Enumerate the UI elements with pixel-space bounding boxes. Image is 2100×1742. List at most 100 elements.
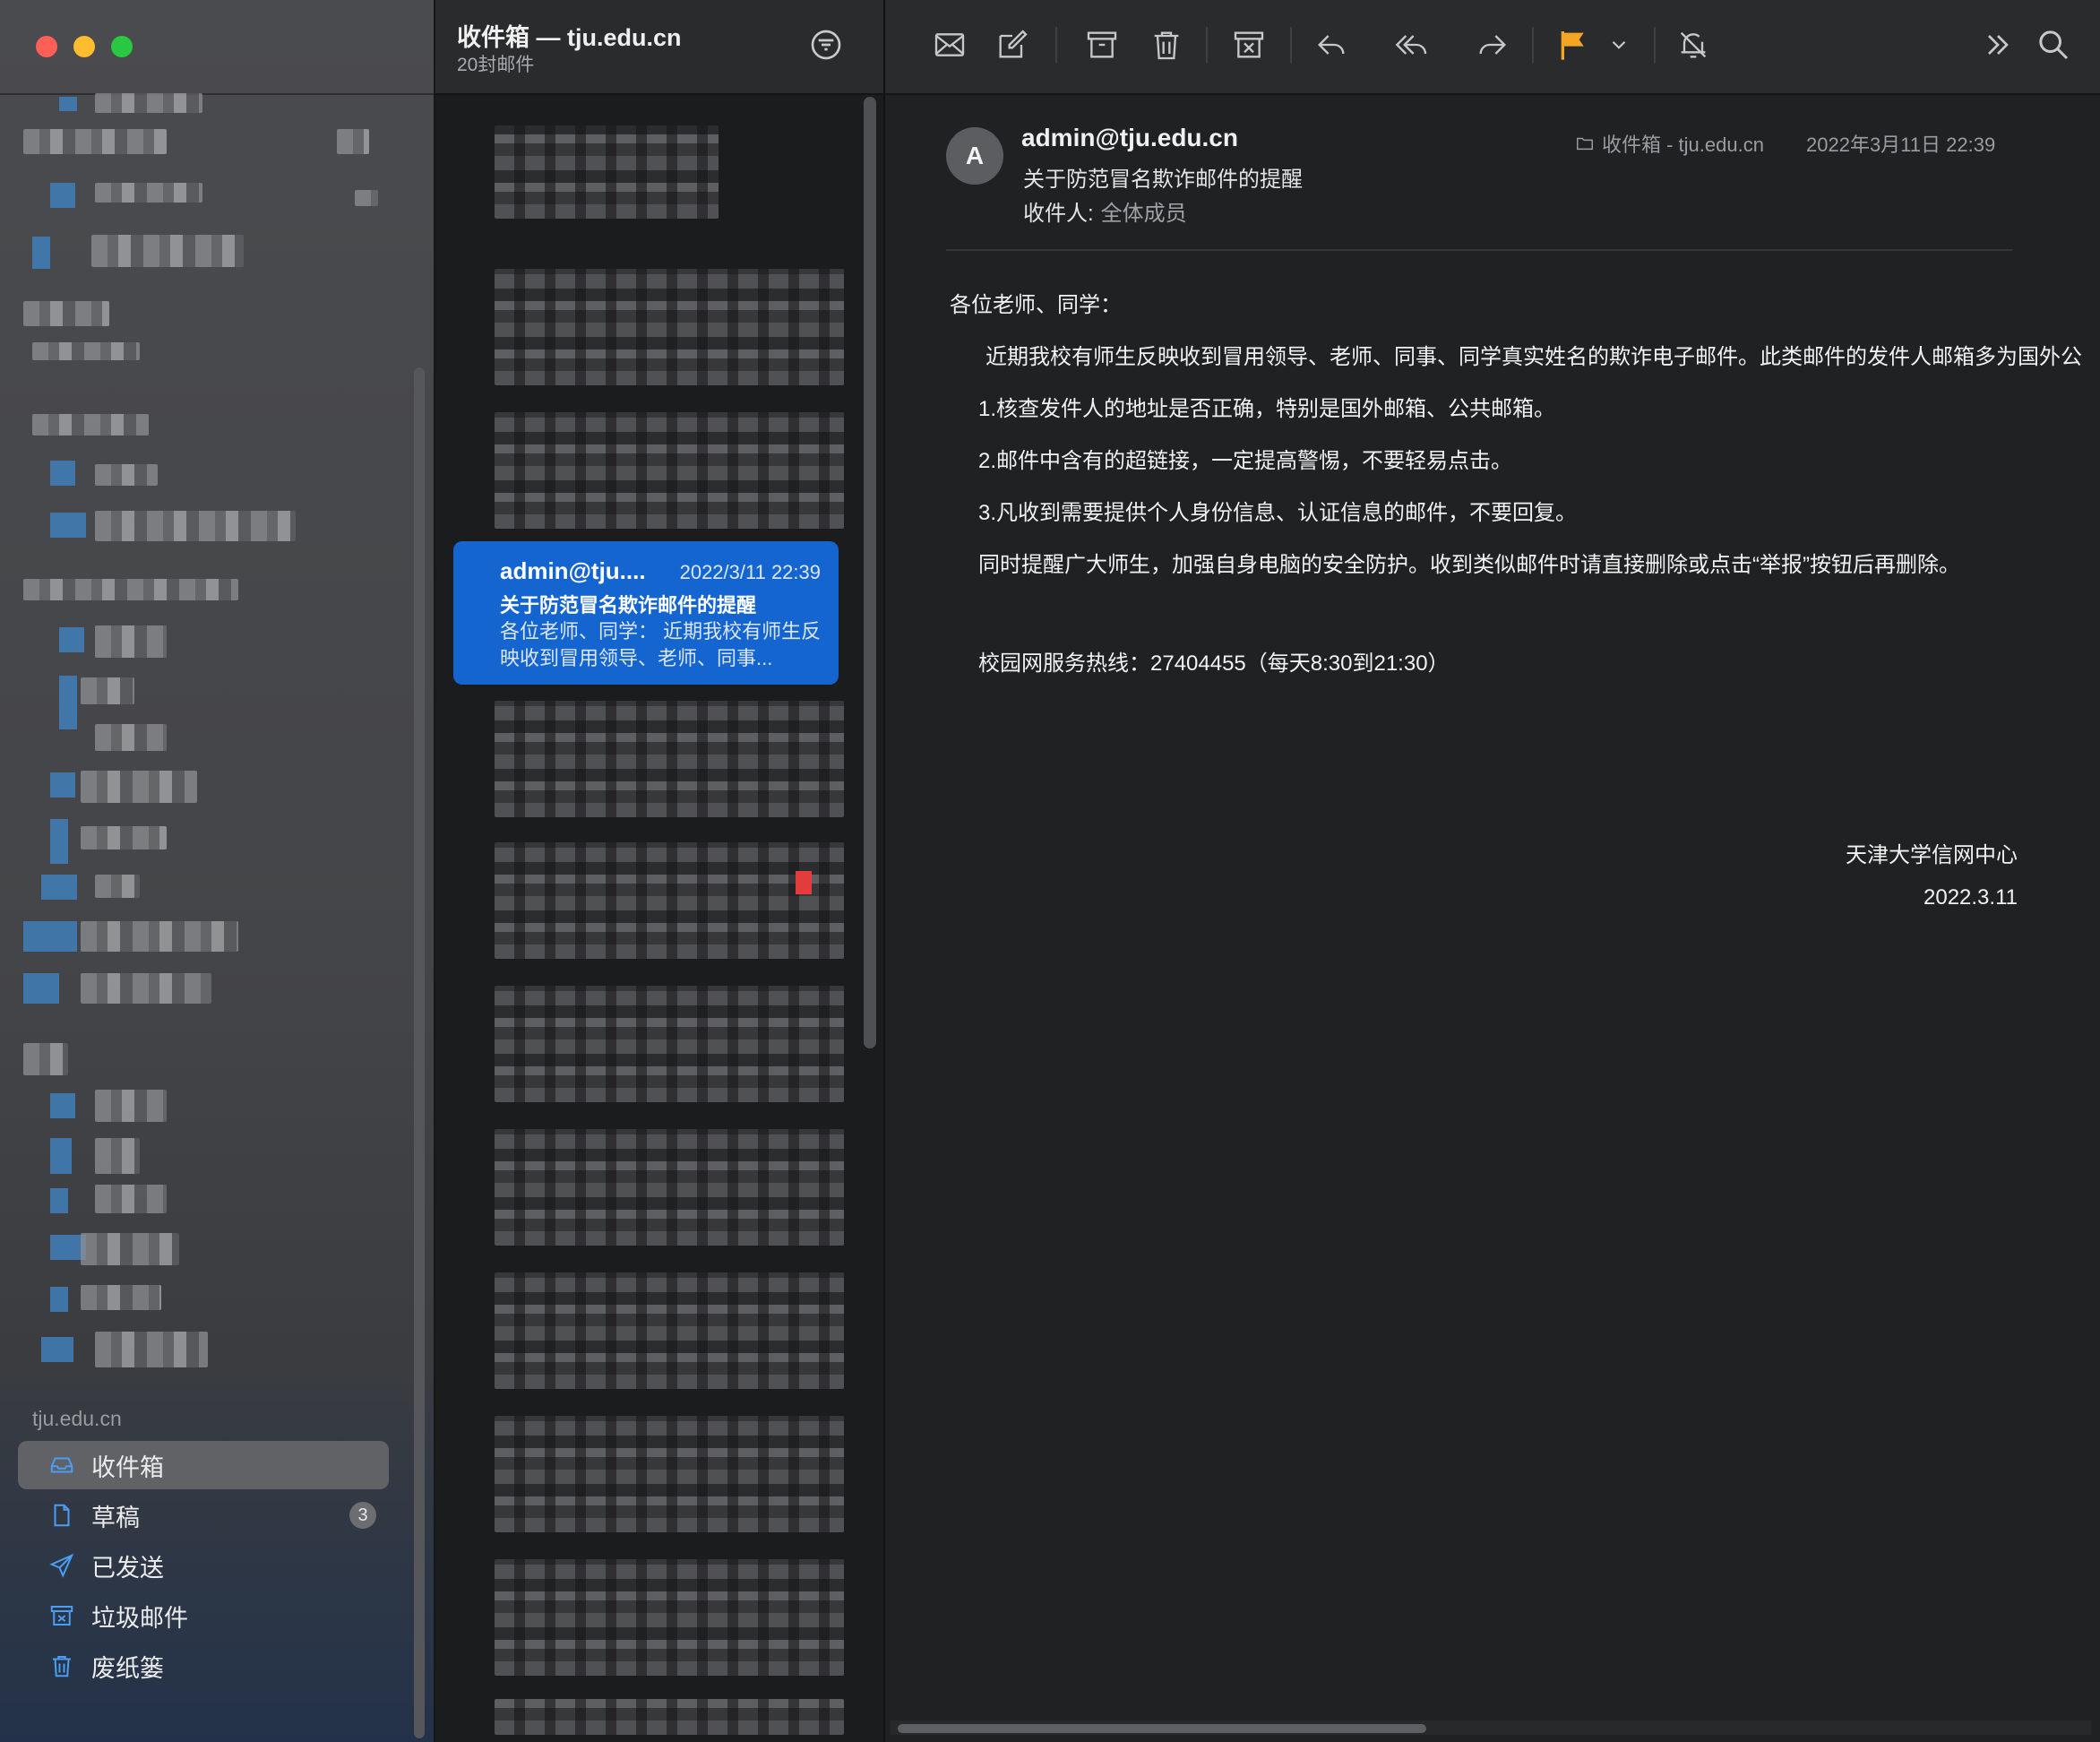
pixelated-row [355, 190, 378, 206]
pixelated-icon [50, 1093, 75, 1118]
message-datetime: 2022年3月11日 22:39 [1806, 134, 1996, 156]
pixelated-row [32, 342, 140, 360]
mailbox-title: 收件箱 — tju.edu.cn [457, 24, 682, 51]
pixelated-row [95, 511, 296, 541]
sidebar-item-trash[interactable]: 废纸篓 [18, 1642, 389, 1690]
pixelated-message[interactable] [495, 1129, 844, 1246]
sidebar-item-label: 垃圾邮件 [91, 1604, 188, 1632]
maximize-window-button[interactable] [111, 36, 133, 57]
horizontal-scrollbar[interactable] [891, 1720, 2091, 1735]
get-mail-button[interactable] [930, 25, 969, 65]
mailbox-location-label: 收件箱 - tju.edu.cn [1602, 134, 1764, 156]
toolbar-separator [1290, 27, 1292, 63]
body-signature: 天津大学信网中心 [1846, 843, 2018, 867]
junk-icon [1234, 31, 1264, 58]
recipient-line: 收件人: 全体成员 [1023, 195, 1187, 227]
recipient-value[interactable]: 全体成员 [1101, 202, 1187, 226]
pixelated-message[interactable] [495, 412, 844, 529]
search-button[interactable] [2034, 25, 2073, 65]
filter-icon[interactable] [808, 27, 844, 63]
pixelated-message[interactable] [495, 842, 844, 959]
sent-icon [47, 1550, 77, 1581]
more-chevrons-icon [1988, 35, 2009, 55]
sidebar-item-label: 已发送 [91, 1554, 164, 1582]
horizontal-scrollbar-thumb[interactable] [898, 1724, 1426, 1733]
pixelated-message[interactable] [495, 1699, 844, 1735]
pixelated-row [95, 1090, 167, 1122]
reply-icon [1318, 35, 1345, 55]
archive-button[interactable] [1082, 25, 1122, 65]
message-count: 20封邮件 [457, 55, 535, 75]
body-sign-date: 2022.3.11 [1924, 885, 2018, 910]
message-list-scrollbar[interactable] [864, 97, 876, 1048]
pixelated-icon [23, 973, 59, 1004]
pixelated-row [32, 414, 149, 436]
pixelated-row [23, 1043, 68, 1075]
message-sender: admin@tju.... [500, 557, 646, 584]
message-list-header: 收件箱 — tju.edu.cn 20封邮件 [435, 0, 883, 95]
pixelated-message[interactable] [495, 125, 719, 219]
pixelated-icon [50, 1188, 68, 1213]
sidebar: tju.edu.cn 收件箱 草稿 3 已发送 垃圾邮件 废纸篓 [0, 0, 435, 1742]
pixelated-row [95, 464, 158, 486]
pixelated-row [95, 1332, 208, 1367]
flag-button[interactable] [1553, 25, 1593, 65]
delete-button[interactable] [1147, 25, 1186, 65]
reply-all-button[interactable] [1392, 25, 1432, 65]
toolbar-separator [1532, 27, 1534, 63]
pixelated-row [81, 677, 134, 704]
sidebar-item-sent[interactable]: 已发送 [18, 1541, 389, 1590]
pixelated-row [23, 301, 109, 326]
pixelated-message[interactable] [495, 701, 844, 817]
body-paragraph: 同时提醒广大师生，加强自身电脑的安全防护。收到类似邮件时请直接删除或点击“举报”… [978, 553, 1960, 577]
pixelated-icon [50, 183, 75, 208]
pixelated-message[interactable] [495, 1272, 844, 1389]
sidebar-item-drafts[interactable]: 草稿 3 [18, 1491, 389, 1539]
message-subject: 关于防范冒名欺诈邮件的提醒 [1023, 168, 1303, 192]
sidebar-item-inbox[interactable]: 收件箱 [18, 1441, 389, 1489]
chevron-down-icon [1612, 40, 1626, 49]
more-toolbar-button[interactable] [1978, 25, 2018, 65]
pixelated-row [81, 973, 211, 1004]
archive-icon [1087, 31, 1117, 58]
junk-button[interactable] [1229, 25, 1269, 65]
close-window-button[interactable] [36, 36, 57, 57]
forward-button[interactable] [1473, 25, 1512, 65]
envelope-icon [934, 33, 965, 56]
pixelated-row [81, 921, 238, 952]
flag-icon [1561, 31, 1584, 60]
trash-icon [1154, 31, 1179, 60]
pixelated-message[interactable] [495, 986, 844, 1102]
forward-icon [1479, 35, 1506, 55]
pixelated-message[interactable] [495, 1559, 844, 1676]
compose-button[interactable] [993, 25, 1032, 65]
folder-icon [1577, 137, 1593, 151]
sidebar-item-label: 废纸篓 [91, 1654, 164, 1682]
sidebar-item-label: 草稿 [91, 1504, 140, 1531]
flag-menu-button[interactable] [1607, 25, 1631, 65]
sidebar-item-junk[interactable]: 垃圾邮件 [18, 1591, 389, 1640]
pixelated-icon [50, 772, 75, 798]
minimize-window-button[interactable] [73, 36, 95, 57]
body-hotline: 校园网服务热线：27404455（每天8:30到21:30） [978, 651, 1450, 676]
message-item-selected[interactable]: admin@tju.... 2022/3/11 22:39 关于防范冒名欺诈邮件… [453, 541, 839, 685]
mute-button[interactable] [1674, 25, 1713, 65]
body-paragraph: 近期我校有师生反映收到冒用领导、老师、同事、同学真实姓名的欺诈电子邮件。此类邮件… [985, 345, 2082, 369]
pixelated-message[interactable] [495, 1416, 844, 1532]
reply-button[interactable] [1312, 25, 1351, 65]
inbox-icon [47, 1450, 77, 1480]
toolbar [885, 0, 2100, 95]
pixelated-row [95, 93, 202, 113]
sender-avatar: A [946, 127, 1003, 185]
pixelated-row [81, 1233, 179, 1265]
sidebar-item-label: 收件箱 [91, 1453, 164, 1481]
pixelated-icon [59, 676, 77, 729]
recipient-label: 收件人: [1023, 202, 1094, 226]
sender-address[interactable]: admin@tju.edu.cn [1021, 124, 1238, 152]
sidebar-scrollbar[interactable] [414, 367, 425, 1738]
pixelated-icon [41, 1337, 73, 1362]
pixelated-icon [32, 237, 50, 269]
traffic-lights [36, 36, 133, 57]
junk-icon [47, 1600, 77, 1631]
pixelated-message[interactable] [495, 269, 844, 385]
